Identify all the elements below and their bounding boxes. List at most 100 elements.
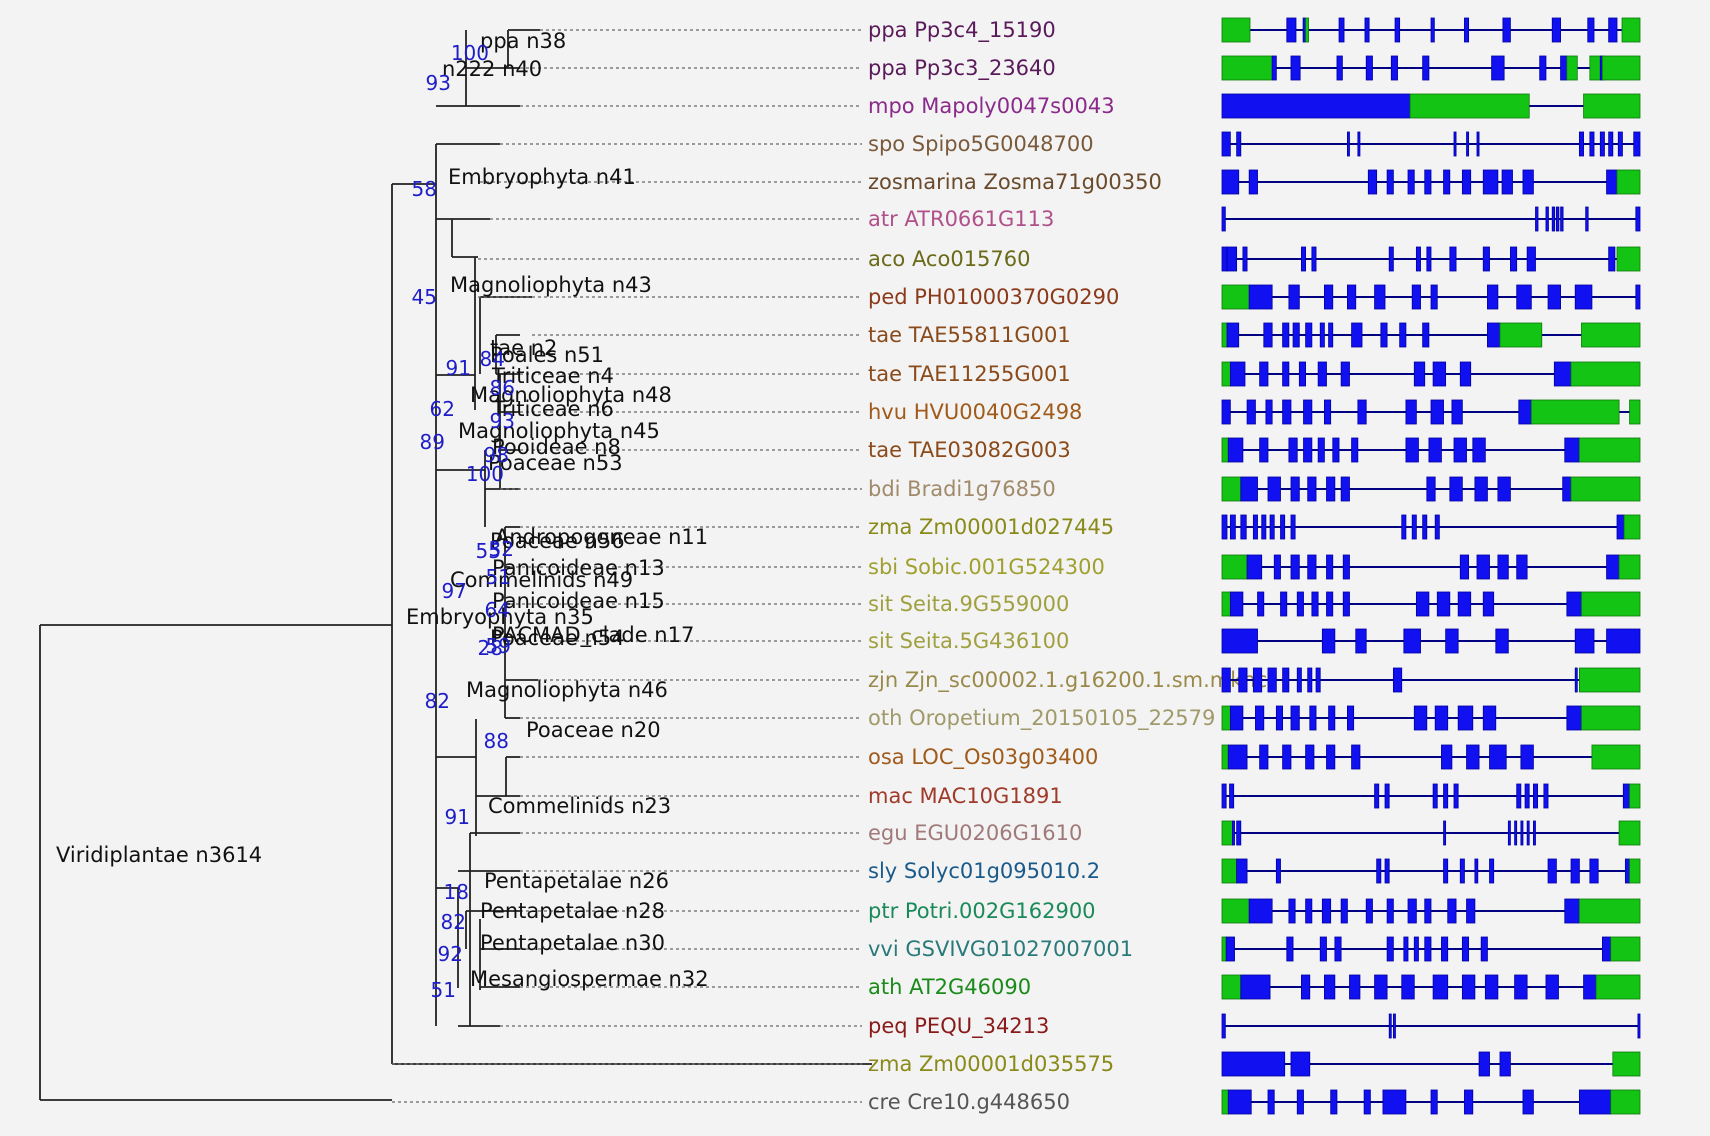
node-label-n46[interactable]: Magnoliophyta n46 [466,678,668,702]
cds-exon-2 [1288,898,1296,924]
gene-model-23[interactable] [1221,898,1641,924]
gene-model-14[interactable] [1221,554,1641,580]
gene-model-16[interactable] [1221,628,1641,654]
leaf-label-25[interactable]: ath AT2G46090 [868,975,1031,999]
leaf-label-21[interactable]: egu EGU0206G1610 [868,821,1082,845]
cds-exon-1 [1227,437,1244,463]
gene-model-5[interactable] [1221,206,1641,232]
cds-exon-11 [1589,858,1599,884]
cds-exon-11 [1480,936,1488,962]
node-label-n26[interactable]: Pentapetalae n26 [484,869,669,893]
bootstrap-n56: 55 [476,539,501,563]
leaf-label-10[interactable]: hvu HVU0040G2498 [868,400,1082,424]
gene-model-3[interactable] [1221,131,1641,157]
cds-exon-4 [1292,322,1300,348]
gene-model-13[interactable] [1221,514,1641,540]
node-label-root[interactable]: Viridiplantae n3614 [56,843,262,867]
leaf-label-2[interactable]: mpo Mapoly0047s0043 [868,94,1115,118]
leaf-label-0[interactable]: ppa Pp3c4_15190 [868,18,1056,43]
bootstrap-n53: 100 [466,462,504,486]
leaf-label-23[interactable]: ptr Potri.002G162900 [868,899,1096,923]
leaf-label-13[interactable]: zma Zm00001d027445 [868,515,1114,539]
leaf-label-6[interactable]: aco Aco015760 [868,247,1031,271]
leaf-label-17[interactable]: zjn Zjn_sc00002.1.g16200.1.sm.mkhc [868,668,1267,693]
cds-exon-5 [1324,399,1332,425]
leaf-label-3[interactable]: spo Spipo5G0048700 [868,132,1094,156]
leaf-label-9[interactable]: tae TAE11255G001 [868,362,1071,386]
leaf-label-19[interactable]: osa LOC_Os03g03400 [868,745,1098,770]
cds-exon-1 [1227,1089,1252,1115]
gene-model-22[interactable] [1221,858,1641,884]
cds-exon-7 [1491,55,1505,81]
leaf-label-12[interactable]: bdi Bradi1g76850 [868,477,1056,501]
gene-model-21[interactable] [1221,820,1641,846]
cds-exon-7 [1430,17,1435,43]
node-label-n30[interactable]: Pentapetalae n30 [480,931,665,955]
cds-exon-9 [1424,898,1432,924]
gene-model-24[interactable] [1221,936,1641,962]
node-label-n20[interactable]: Poaceae n20 [526,718,661,742]
cds-exon-2 [1367,169,1378,195]
leaf-label-24[interactable]: vvi GSVIVG01027007001 [868,937,1133,961]
cds-exon-5 [1269,514,1275,540]
cds-exon-0 [1221,169,1240,195]
leaf-label-15[interactable]: sit Seita.9G559000 [868,592,1069,616]
gene-model-28[interactable] [1221,1089,1641,1115]
gene-model-15[interactable] [1221,591,1641,617]
gene-model-25[interactable] [1221,974,1641,1000]
leaf-label-5[interactable]: atr ATR0661G113 [868,207,1054,231]
cds-exon-1 [1271,55,1277,81]
node-label-n32[interactable]: Mesangiospermae n32 [470,967,709,991]
leaf-label-22[interactable]: sly Solyc01g095010.2 [868,859,1100,883]
leaf-label-1[interactable]: ppa Pp3c3_23640 [868,56,1056,81]
cds-exon-5 [1560,206,1564,232]
node-label-n38[interactable]: ppa n38 [480,29,566,53]
leaf-label-11[interactable]: tae TAE03082G003 [868,438,1071,462]
cds-exon-6 [1520,820,1524,846]
leaf-label-14[interactable]: sbi Sobic.001G524300 [868,555,1105,579]
gene-model-6[interactable] [1221,246,1641,272]
gene-model-7[interactable] [1221,284,1641,310]
cds-exon-2 [1257,591,1265,617]
node-label-n23[interactable]: Commelinids n23 [488,794,671,818]
bootstrap-n54: 28 [478,636,503,660]
gene-model-12[interactable] [1221,476,1641,502]
gene-model-20[interactable] [1221,783,1641,809]
gene-model-26[interactable] [1221,1013,1641,1039]
gene-model-1[interactable] [1221,55,1641,81]
cds-exon-4 [1307,554,1317,580]
gene-model-0[interactable] [1221,17,1641,43]
node-label-n41[interactable]: Embryophyta n41 [448,165,636,189]
cds-exon-4 [1303,399,1313,425]
leaf-label-4[interactable]: zosmarina Zosma71g00350 [868,170,1162,194]
gene-model-8[interactable] [1221,322,1641,348]
gene-model-4[interactable] [1221,169,1641,195]
gene-model-2[interactable] [1221,93,1641,119]
bootstrap-n20: 88 [484,729,509,753]
cds-exon-3 [1305,898,1313,924]
gene-model-11[interactable] [1221,437,1641,463]
leaf-label-26[interactable]: peq PEQU_34213 [868,1014,1049,1039]
leaf-label-7[interactable]: ped PH01000370G0290 [868,285,1119,309]
cds-exon-6 [1403,936,1409,962]
node-label-n43[interactable]: Magnoliophyta n43 [450,273,652,297]
utr-exon-12 [1629,399,1641,425]
leaf-label-8[interactable]: tae TAE55811G001 [868,323,1071,347]
bootstrap-n43: 45 [412,285,437,309]
gene-model-9[interactable] [1221,361,1641,387]
leaf-label-27[interactable]: zma Zm00001d035575 [868,1052,1114,1076]
leaf-label-20[interactable]: mac MAC10G1891 [868,784,1063,808]
gene-model-18[interactable] [1221,705,1641,731]
gene-model-17[interactable] [1221,667,1641,693]
cds-exon-4 [1296,591,1304,617]
cds-exon-1 [1321,628,1336,654]
gene-model-10[interactable] [1221,399,1641,425]
leaf-label-18[interactable]: oth Oropetium_20150105_22579 [868,706,1215,731]
gene-model-19[interactable] [1221,744,1641,770]
cds-exon-9 [1497,554,1509,580]
cds-exon-5 [1495,628,1509,654]
node-label-n28[interactable]: Pentapetalae n28 [480,899,665,923]
leaf-label-28[interactable]: cre Cre10.g448650 [868,1090,1070,1114]
leaf-label-16[interactable]: sit Seita.5G436100 [868,629,1069,653]
gene-model-27[interactable] [1221,1051,1641,1077]
